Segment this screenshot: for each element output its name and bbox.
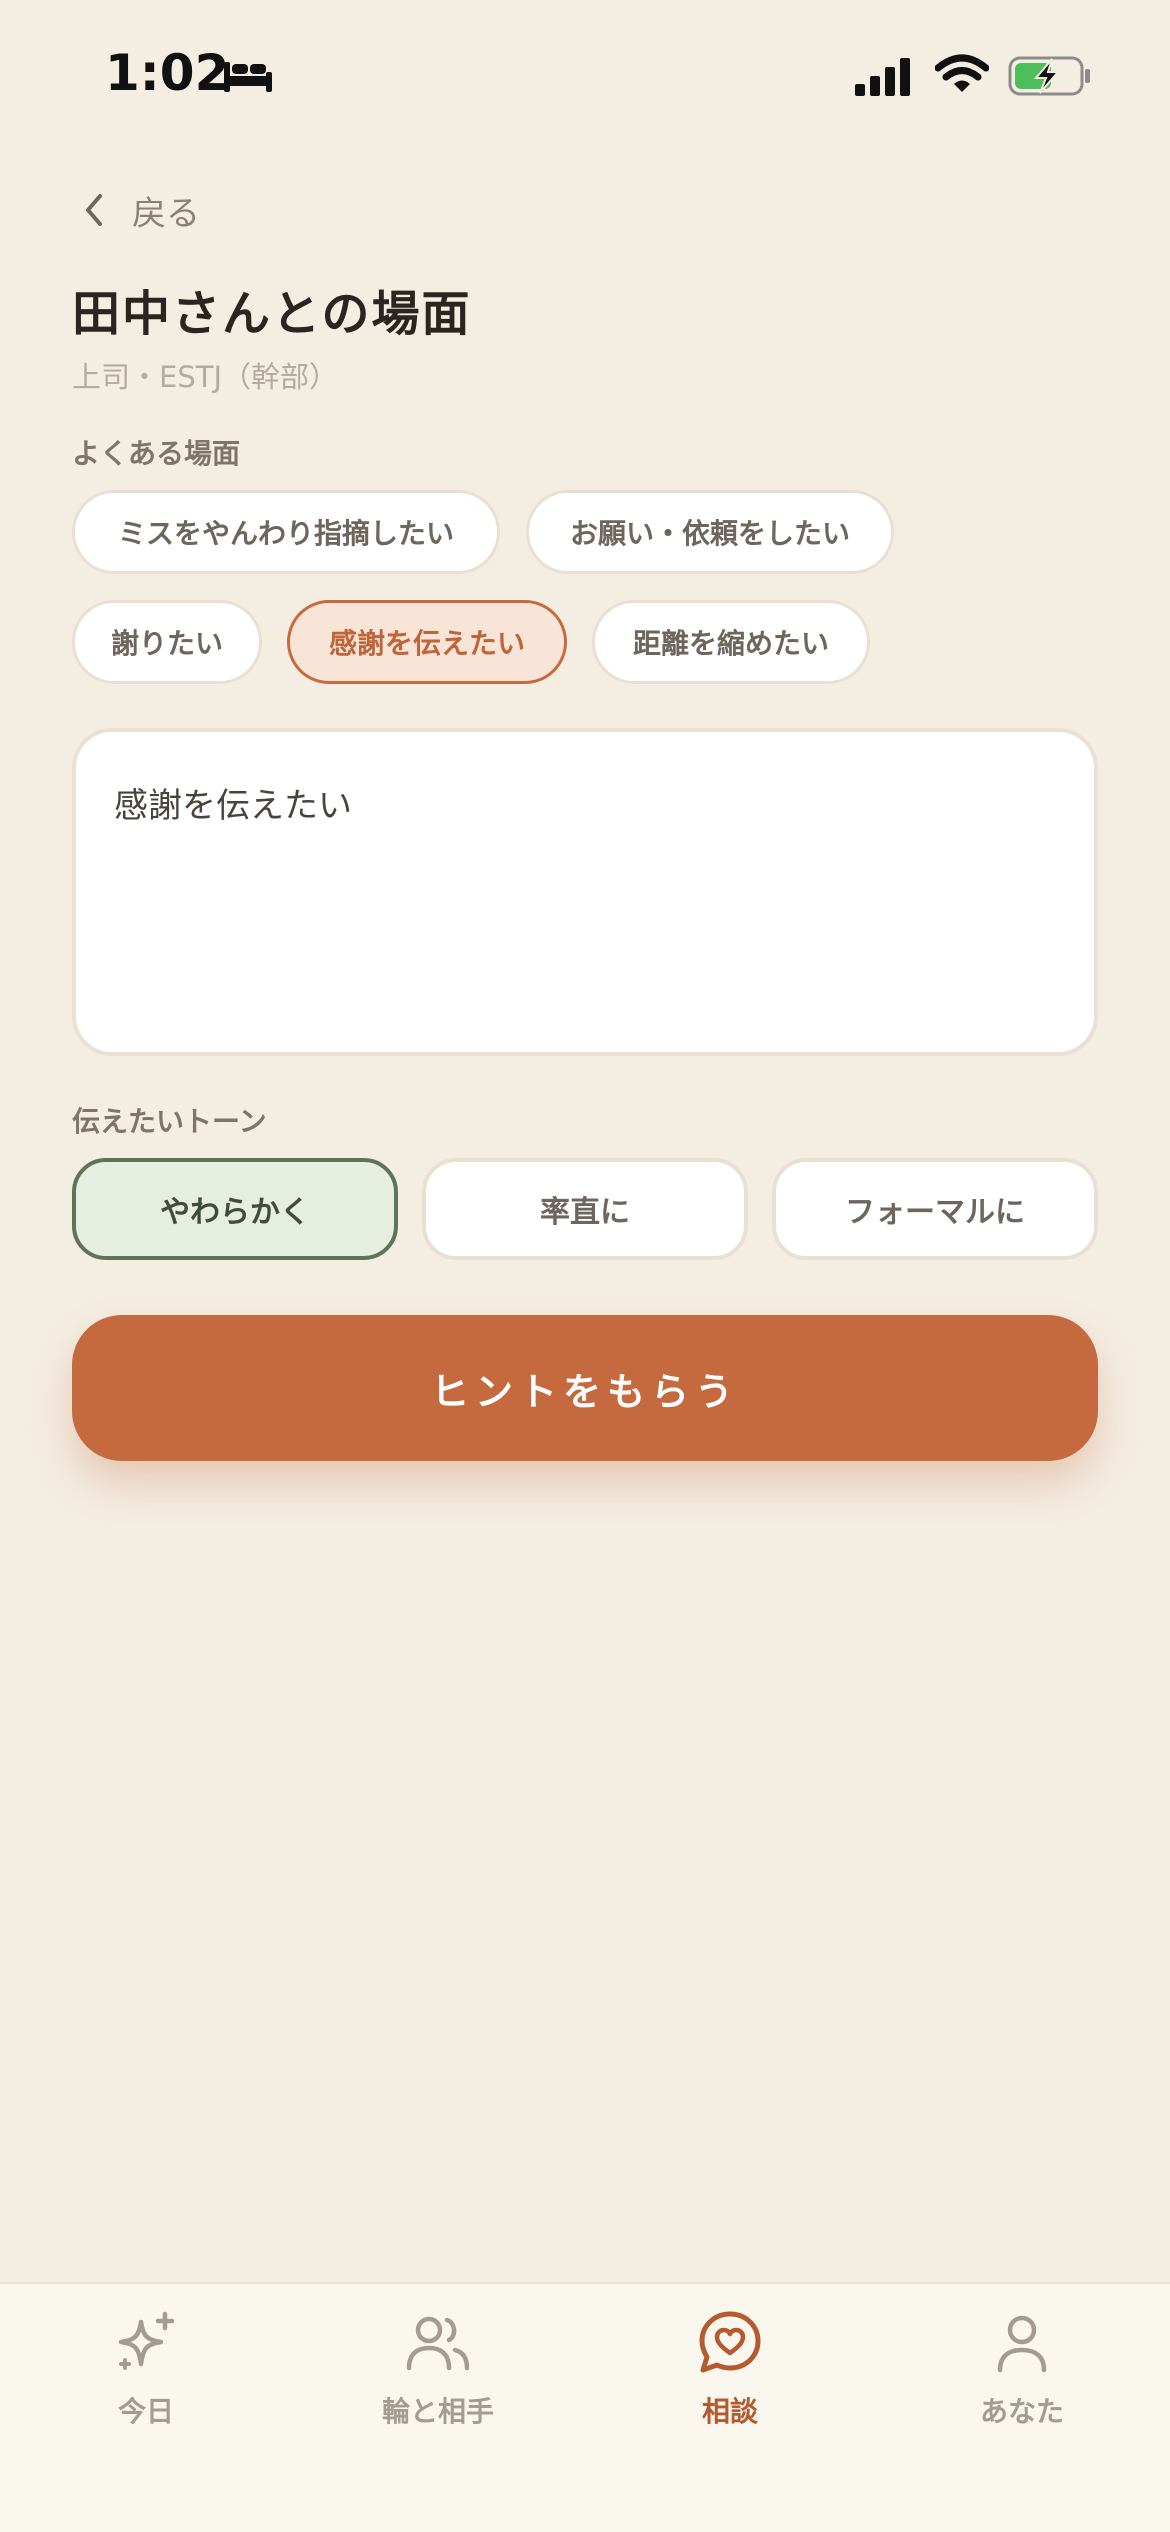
tab-you[interactable]: あなた: [876, 2284, 1168, 2454]
tab-circle-and-partners[interactable]: 輪と相手: [292, 2284, 584, 2454]
status-bar: 1:02: [0, 0, 1170, 150]
bed-icon: [224, 62, 272, 92]
chevron-left-icon: [86, 194, 102, 226]
tab-label: あなた: [979, 2395, 1064, 2428]
scene-chip-request[interactable]: お願い・依頼をしたい: [526, 490, 894, 574]
get-hint-button[interactable]: ヒントをもらう: [72, 1315, 1098, 1461]
sparkle-icon: [118, 2311, 175, 2370]
tab-label: 相談: [701, 2395, 758, 2428]
tab-bar: 今日 輪と相手 相談 あなた: [0, 2282, 1170, 2532]
tab-today[interactable]: 今日: [0, 2284, 292, 2454]
scene-chip-get-closer[interactable]: 距離を縮めたい: [592, 600, 870, 684]
scenes-section-label: よくある場面: [72, 437, 241, 470]
message-textarea[interactable]: 感謝を伝えたい: [72, 728, 1098, 1056]
page-title: 田中さんとの場面: [72, 286, 472, 342]
page-subtitle: 上司・ESTJ（幹部）: [72, 360, 338, 394]
back-button[interactable]: 戻る: [80, 184, 200, 236]
tab-label: 今日: [117, 2395, 174, 2428]
tone-option-direct[interactable]: 率直に: [422, 1158, 748, 1260]
tone-option-soft[interactable]: やわらかく: [72, 1158, 398, 1260]
tone-option-formal[interactable]: フォーマルに: [772, 1158, 1098, 1260]
tab-label: 輪と相手: [381, 2395, 494, 2428]
scene-chip-thanks[interactable]: 感謝を伝えたい: [287, 600, 567, 684]
wifi-icon: [935, 54, 989, 92]
tone-section-label: 伝えたいトーン: [72, 1105, 267, 1138]
chat-heart-icon: [699, 2311, 761, 2373]
message-text: 感謝を伝えたい: [114, 786, 352, 826]
person-icon: [997, 2315, 1047, 2373]
scene-chip-apologize[interactable]: 謝りたい: [72, 600, 262, 684]
tab-consult[interactable]: 相談: [584, 2284, 876, 2454]
scene-chip-point-out-mistake[interactable]: ミスをやんわり指摘したい: [72, 490, 500, 574]
people-icon: [406, 2316, 470, 2371]
signal-icon: [855, 58, 910, 96]
status-time: 1:02: [105, 44, 230, 102]
battery-icon: [1008, 56, 1090, 96]
back-label: 戻る: [132, 193, 200, 234]
